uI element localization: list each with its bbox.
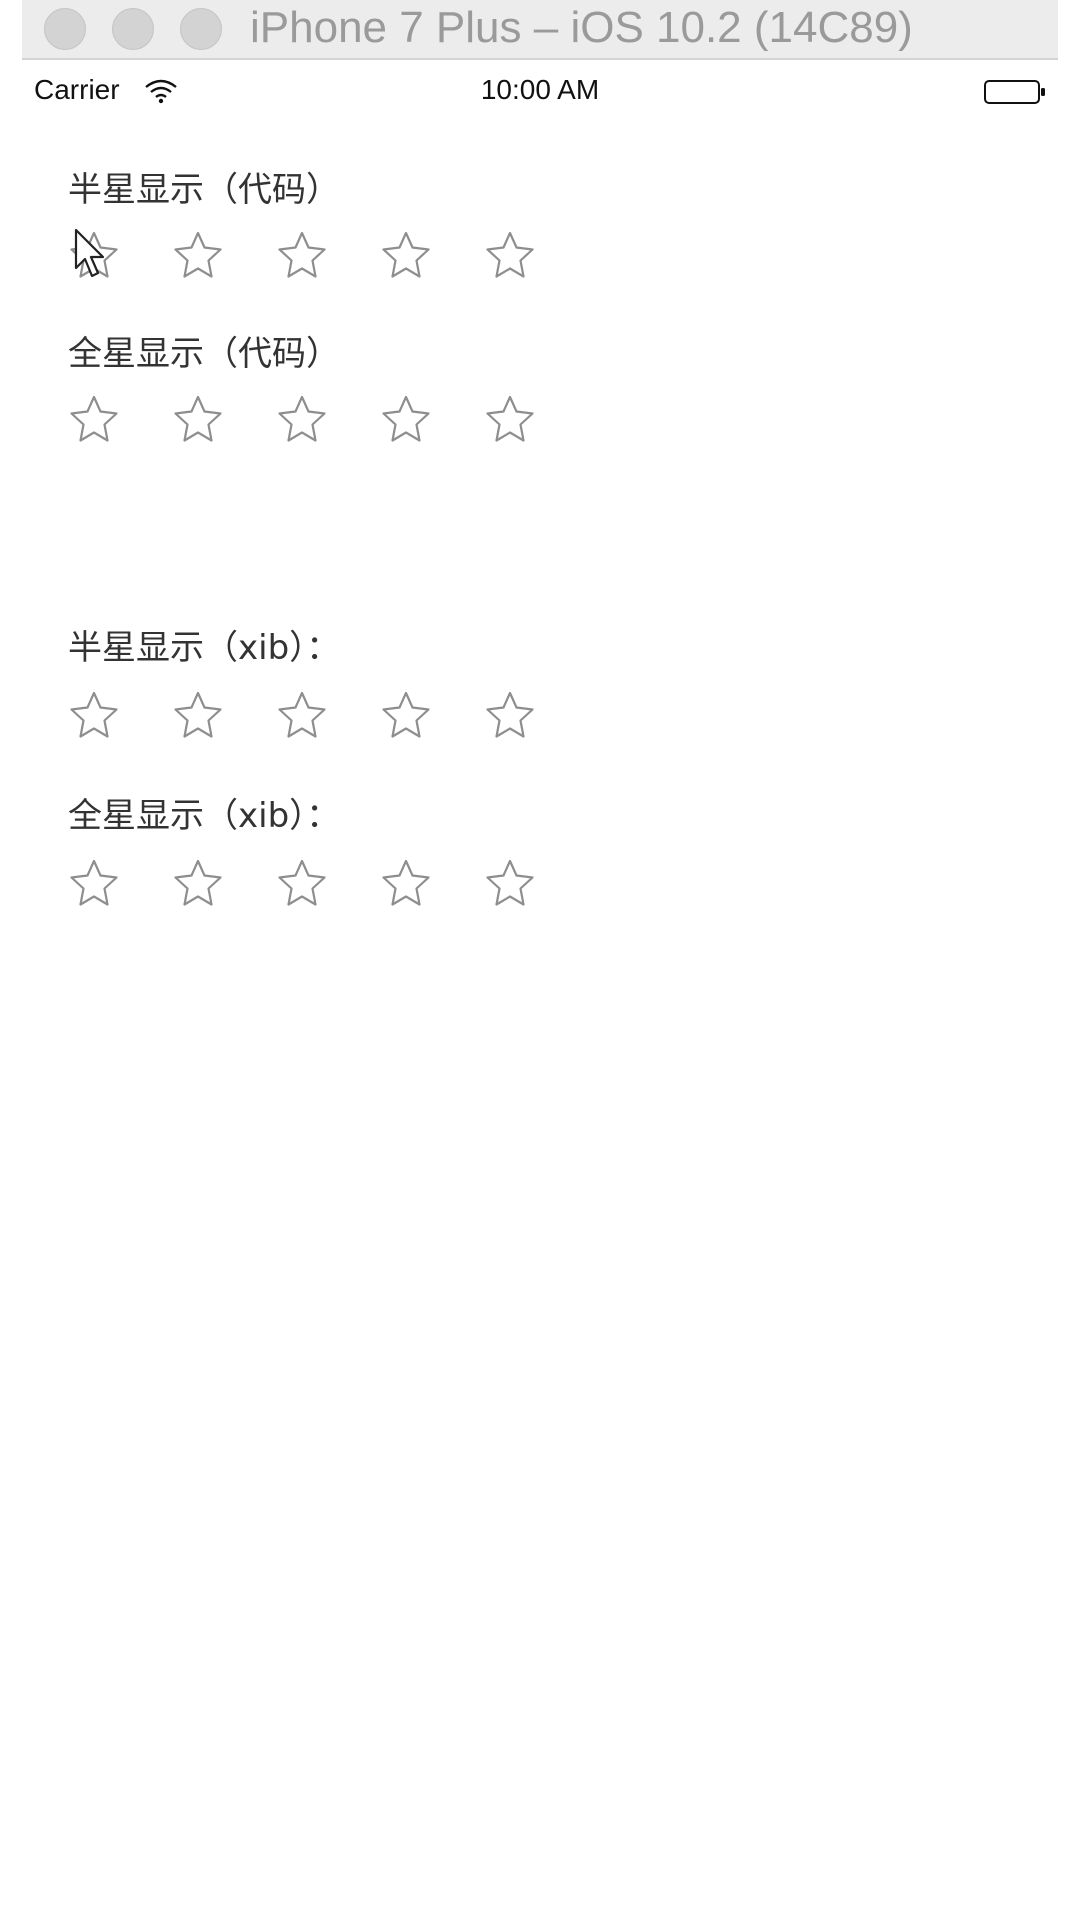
star-outline-icon[interactable] xyxy=(274,228,330,284)
star-outline-icon[interactable] xyxy=(170,688,226,744)
full-star-xib-label: 全星显示（xib）： xyxy=(68,796,341,836)
star-outline-icon[interactable] xyxy=(482,228,538,284)
star-outline-icon[interactable] xyxy=(482,688,538,744)
star-outline-icon[interactable] xyxy=(378,688,434,744)
mouse-pointer-icon xyxy=(74,228,105,278)
star-outline-icon[interactable] xyxy=(482,856,538,912)
star-outline-icon[interactable] xyxy=(274,392,330,448)
star-outline-icon[interactable] xyxy=(66,688,122,744)
star-outline-icon[interactable] xyxy=(274,856,330,912)
star-outline-icon[interactable] xyxy=(66,856,122,912)
half-star-xib-label: 半星显示（xib）： xyxy=(68,628,341,668)
star-outline-icon[interactable] xyxy=(378,856,434,912)
star-outline-icon[interactable] xyxy=(274,688,330,744)
star-outline-icon[interactable] xyxy=(482,392,538,448)
star-outline-icon[interactable] xyxy=(378,228,434,284)
rating-demo-content: 半星显示（代码） 全星显示（代码） 半星显示（xib）： 全星显示（xib）： xyxy=(0,0,1080,1920)
full-star-code-label: 全星显示（代码） xyxy=(68,334,340,374)
star-outline-icon[interactable] xyxy=(170,228,226,284)
half-star-code-label: 半星显示（代码） xyxy=(68,170,340,210)
star-outline-icon[interactable] xyxy=(66,392,122,448)
star-outline-icon[interactable] xyxy=(378,392,434,448)
star-outline-icon[interactable] xyxy=(170,392,226,448)
star-outline-icon[interactable] xyxy=(170,856,226,912)
